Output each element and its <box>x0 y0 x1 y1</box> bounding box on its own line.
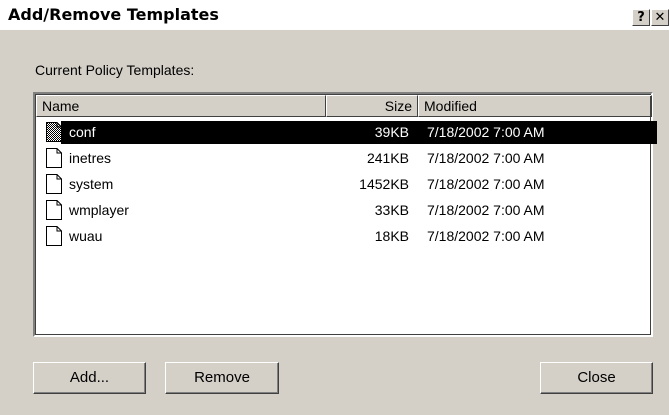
file-size: 18KB <box>374 228 409 244</box>
close-button[interactable]: Close <box>540 362 653 394</box>
file-modified: 7/18/2002 7:00 AM <box>427 150 545 166</box>
list-item[interactable]: wuau 18KB 7/18/2002 7:00 AM <box>40 224 650 248</box>
file-modified: 7/18/2002 7:00 AM <box>427 202 545 218</box>
file-name: inetres <box>69 150 112 166</box>
file-modified: 7/18/2002 7:00 AM <box>427 228 545 244</box>
document-icon <box>46 226 62 246</box>
file-name: conf <box>69 124 96 140</box>
close-window-button[interactable]: ✕ <box>651 9 669 26</box>
file-name: system <box>69 176 114 192</box>
file-size: 39KB <box>374 124 409 140</box>
file-name: wmplayer <box>69 202 129 218</box>
title-bar[interactable]: Add/Remove Templates ? ✕ <box>0 0 669 30</box>
add-remove-templates-dialog: Add/Remove Templates ? ✕ Current Policy … <box>0 0 669 415</box>
dialog-title: Add/Remove Templates <box>8 5 219 24</box>
file-name: wuau <box>69 228 103 244</box>
document-icon <box>46 174 62 194</box>
current-templates-label: Current Policy Templates: <box>35 62 195 78</box>
list-item[interactable]: conf 39KB 7/18/2002 7:00 AM <box>40 120 657 144</box>
column-header-size[interactable]: Size <box>326 95 418 117</box>
column-header-modified[interactable]: Modified <box>418 95 652 117</box>
document-icon <box>46 122 62 142</box>
help-button[interactable]: ? <box>632 9 650 26</box>
remove-button[interactable]: Remove <box>165 362 279 394</box>
file-size: 1452KB <box>359 176 409 192</box>
file-modified: 7/18/2002 7:00 AM <box>427 176 545 192</box>
templates-list[interactable]: Name Size Modified conf 39KB 7/18/2002 7:0… <box>33 92 657 337</box>
document-icon <box>46 148 62 168</box>
add-button[interactable]: Add... <box>33 362 146 394</box>
file-size: 241KB <box>366 150 409 166</box>
list-item[interactable]: system 1452KB 7/18/2002 7:00 AM <box>40 172 650 196</box>
list-item[interactable]: inetres 241KB 7/18/2002 7:00 AM <box>40 146 650 170</box>
file-size: 33KB <box>374 202 409 218</box>
document-icon <box>46 200 62 220</box>
column-header-name[interactable]: Name <box>36 95 326 117</box>
list-header: Name Size Modified <box>36 95 652 117</box>
file-modified: 7/18/2002 7:00 AM <box>427 124 545 140</box>
list-item[interactable]: wmplayer 33KB 7/18/2002 7:00 AM <box>40 198 650 222</box>
